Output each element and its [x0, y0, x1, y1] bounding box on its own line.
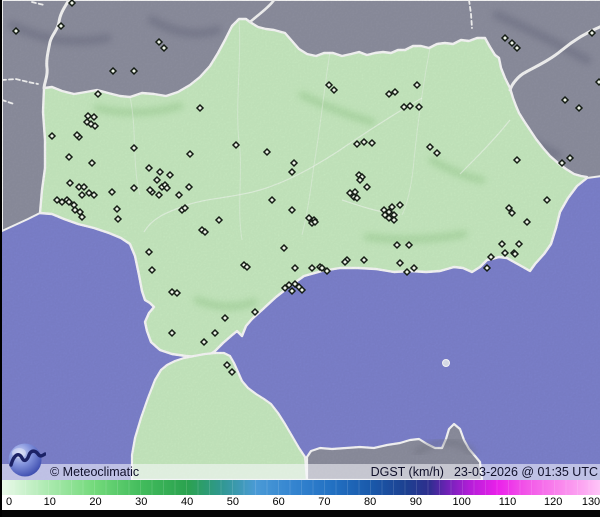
weather-map [2, 0, 600, 480]
meteoclimatic-logo[interactable] [6, 441, 46, 479]
attribution-bar: © Meteoclimatic DGST (km/h) 23-03-2026 @… [2, 464, 600, 480]
scale-tick-row: 0 10 20 30 40 50 60 70 80 90 100 110 120 130 [2, 495, 600, 510]
wind-gust-color-scale [2, 480, 600, 495]
scale-tick-label: 70 [318, 496, 331, 508]
scale-tick-label: 0 [5, 496, 13, 508]
map-canvas[interactable] [2, 0, 600, 480]
scale-tick-label: 90 [409, 496, 423, 508]
bottom-border-strip [2, 510, 600, 517]
scale-tick-label: 30 [135, 496, 148, 508]
scale-tick-label: 100 [452, 496, 471, 508]
scale-tick-label: 120 [544, 496, 563, 508]
weather-map-page: © Meteoclimatic DGST (km/h) 23-03-2026 @… [0, 0, 600, 517]
scale-tick-label: 20 [89, 496, 102, 508]
scale-tick-label: 10 [43, 496, 56, 508]
scale-steps-overlay [2, 480, 600, 495]
scale-tick-label: 60 [272, 496, 285, 508]
scale-tick-label: 80 [364, 496, 377, 508]
datetime-text: 23-03-2026 @ 01:35 UTC [453, 465, 598, 479]
scale-tick-label: 40 [180, 496, 194, 508]
product-label: DGST (km/h) [370, 465, 444, 479]
scale-tick-label: 50 [226, 496, 239, 508]
scale-tick-label: 110 [498, 496, 517, 508]
terrain-grain [2, 0, 600, 480]
scale-tick-label: 130 [581, 496, 600, 508]
product-datetime: DGST (km/h) 23-03-2026 @ 01:35 UTC [371, 465, 600, 479]
